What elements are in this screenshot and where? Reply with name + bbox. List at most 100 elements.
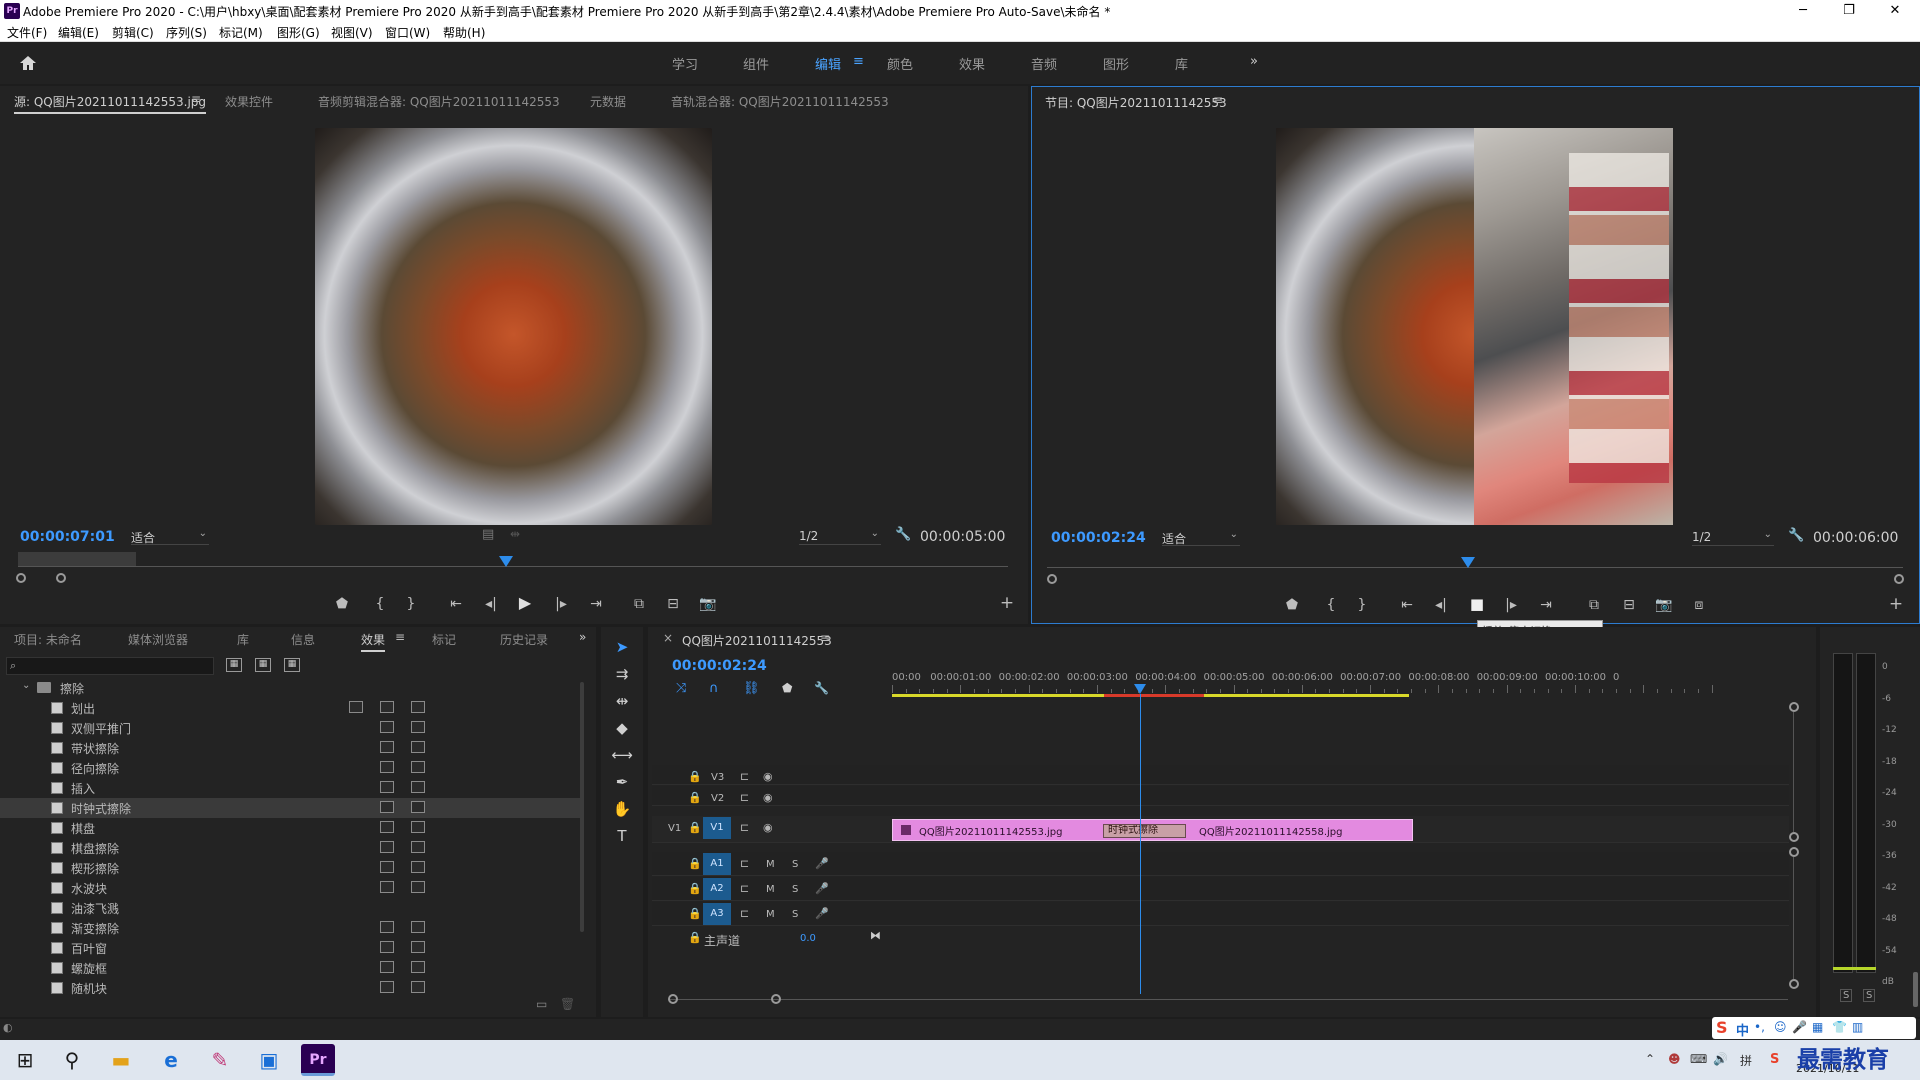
- export-frame-icon[interactable]: 📷: [1655, 598, 1673, 612]
- ripple-edit-tool-icon[interactable]: ⇹: [610, 690, 634, 712]
- track-label[interactable]: A2: [703, 878, 731, 900]
- mute-button[interactable]: M: [766, 884, 775, 895]
- tab-audio-track-mixer[interactable]: 音轨混合器: QQ图片20211011142553: [671, 93, 889, 110]
- step-forward-icon[interactable]: |▸: [552, 597, 570, 611]
- master-volume-value[interactable]: 0.0: [800, 933, 816, 944]
- sync-lock-icon[interactable]: ⊏: [740, 821, 749, 834]
- folder-row[interactable]: ⌄ 擦除: [0, 678, 580, 698]
- effect-row[interactable]: 螺旋框: [0, 958, 580, 978]
- lift-icon[interactable]: ⧉: [1585, 598, 1603, 612]
- track-label[interactable]: A1: [703, 853, 731, 875]
- menu-sequence[interactable]: 序列(S): [166, 24, 207, 41]
- effects-menu-icon[interactable]: ≡: [395, 630, 405, 644]
- sogou-icon[interactable]: S: [1716, 1018, 1728, 1037]
- tab-history[interactable]: 历史记录: [500, 631, 548, 648]
- program-playhead[interactable]: [1461, 557, 1475, 568]
- track-label[interactable]: V3: [711, 772, 724, 783]
- file-explorer-icon[interactable]: ▬: [104, 1044, 138, 1076]
- tab-effect-controls[interactable]: 效果控件: [225, 93, 273, 110]
- menu-edit[interactable]: 编辑(E): [58, 24, 99, 41]
- source-menu-icon[interactable]: ≡: [191, 92, 201, 106]
- effect-row[interactable]: 径向擦除: [0, 758, 580, 778]
- edge-browser-icon[interactable]: e: [154, 1044, 188, 1076]
- source-safe-margin-icon[interactable]: ▤: [482, 527, 494, 542]
- home-icon[interactable]: [18, 53, 38, 73]
- ime-mode[interactable]: 中: [1736, 1020, 1749, 1039]
- overwrite-icon[interactable]: ⊟: [664, 597, 682, 611]
- effect-row[interactable]: 百叶窗: [0, 938, 580, 958]
- source-patch-label[interactable]: V1: [668, 823, 681, 834]
- menu-file[interactable]: 文件(F): [7, 24, 47, 41]
- lock-icon[interactable]: 🔒: [688, 882, 702, 895]
- effect-row[interactable]: 水波块: [0, 878, 580, 898]
- search-icon[interactable]: ⚲: [55, 1044, 89, 1076]
- solo-button[interactable]: S: [792, 884, 798, 895]
- menu-graphics[interactable]: 图形(G): [277, 24, 320, 41]
- export-frame-icon[interactable]: 📷: [699, 597, 717, 611]
- v-scroll-handle[interactable]: [1789, 832, 1799, 842]
- go-to-in-icon[interactable]: ⇤: [1398, 598, 1416, 612]
- workspace-libraries[interactable]: 库: [1175, 54, 1188, 73]
- workspace-learn[interactable]: 学习: [672, 54, 698, 73]
- go-to-in-icon[interactable]: ⇤: [447, 597, 465, 611]
- play-icon[interactable]: ▶: [516, 595, 534, 611]
- mute-button[interactable]: M: [766, 909, 775, 920]
- video-track-row[interactable]: [652, 765, 1789, 785]
- start-icon[interactable]: ⊞: [8, 1044, 42, 1076]
- source-playhead[interactable]: [499, 556, 513, 567]
- new-folder-icon[interactable]: ▭: [536, 997, 547, 1011]
- workspace-more-icon[interactable]: »: [1250, 54, 1258, 69]
- ime-punct-icon[interactable]: •,: [1754, 1020, 1765, 1034]
- effect-row[interactable]: 划出: [0, 698, 580, 718]
- effect-row[interactable]: 棋盘擦除: [0, 838, 580, 858]
- meter-scrollbar[interactable]: [1913, 972, 1918, 1007]
- paint-icon[interactable]: ✎: [203, 1044, 237, 1076]
- v-scroll-track[interactable]: [1793, 712, 1794, 832]
- ime-emoji-icon[interactable]: ☺: [1774, 1020, 1787, 1034]
- timeline-playhead[interactable]: [1134, 684, 1146, 694]
- razor-tool-icon[interactable]: ◆: [610, 717, 634, 739]
- mic-icon[interactable]: 🎤: [815, 907, 829, 920]
- effect-row[interactable]: 插入: [0, 778, 580, 798]
- clip1-label[interactable]: QQ图片20211011142553.jpg: [919, 823, 1062, 838]
- solo-right-button[interactable]: S: [1863, 989, 1876, 1002]
- type-tool-icon[interactable]: T: [610, 825, 634, 847]
- sync-lock-icon[interactable]: ⊏: [740, 907, 749, 920]
- tray-sogou-icon[interactable]: S: [1770, 1052, 1779, 1067]
- source-time-ruler[interactable]: [18, 566, 1008, 567]
- track-label[interactable]: V2: [711, 793, 724, 804]
- menu-window[interactable]: 窗口(W): [385, 24, 430, 41]
- program-zoom-start-handle[interactable]: [1047, 574, 1057, 584]
- effect-row[interactable]: 楔形擦除: [0, 858, 580, 878]
- workspace-audio[interactable]: 音频: [1031, 54, 1057, 73]
- source-zoom-end-handle[interactable]: [56, 573, 66, 583]
- program-menu-icon[interactable]: ≡: [1213, 93, 1223, 107]
- menu-help[interactable]: 帮助(H): [443, 24, 485, 41]
- track-select-tool-icon[interactable]: ⇉: [610, 663, 634, 685]
- menu-view[interactable]: 视图(V): [331, 24, 373, 41]
- panel-more-icon[interactable]: »: [579, 630, 586, 644]
- step-back-icon[interactable]: ◂|: [1432, 598, 1450, 612]
- program-fit-dropdown[interactable]: 适合 ⌄: [1162, 529, 1240, 546]
- tray-expand-icon[interactable]: ⌃: [1645, 1052, 1655, 1066]
- close-button[interactable]: ✕: [1872, 0, 1918, 22]
- clip2-label[interactable]: QQ图片20211011142558.jpg: [1199, 823, 1342, 838]
- lock-icon[interactable]: 🔒: [688, 931, 702, 944]
- premiere-taskbar-icon[interactable]: Pr: [301, 1044, 335, 1076]
- ime-mic-icon[interactable]: 🎤: [1792, 1020, 1807, 1034]
- effect-row[interactable]: 渐变擦除: [0, 918, 580, 938]
- solo-left-button[interactable]: S: [1840, 989, 1853, 1002]
- pen-tool-icon[interactable]: ✒: [610, 771, 634, 793]
- chevron-down-icon[interactable]: ⌄: [22, 680, 30, 691]
- workspace-assembly[interactable]: 组件: [743, 54, 769, 73]
- minimize-button[interactable]: ─: [1780, 0, 1826, 22]
- tray-ime-icon[interactable]: 拼: [1740, 1052, 1752, 1069]
- h-scroll-track[interactable]: [668, 999, 1788, 1000]
- selection-tool-icon[interactable]: ➤: [610, 636, 634, 658]
- hand-tool-icon[interactable]: ✋: [610, 798, 634, 820]
- volume-icon[interactable]: 🔊: [1713, 1052, 1728, 1066]
- mark-out-icon[interactable]: }: [402, 597, 420, 611]
- effect-row[interactable]: 油漆飞溅: [0, 898, 580, 918]
- tab-program[interactable]: 节目: QQ图片20211011142553: [1045, 94, 1227, 111]
- solo-button[interactable]: S: [792, 859, 798, 870]
